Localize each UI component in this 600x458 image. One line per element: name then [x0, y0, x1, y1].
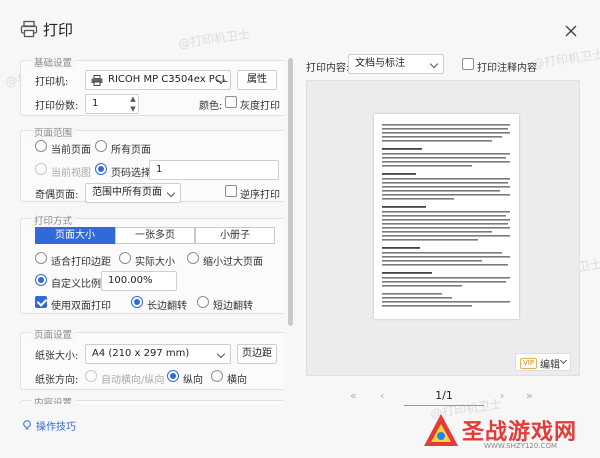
landscape-radio[interactable]	[211, 370, 223, 382]
portrait-radio[interactable]	[167, 370, 179, 382]
page-select-label: 页码选择:	[111, 168, 155, 179]
last-page-icon[interactable]: »	[526, 389, 533, 402]
page-setup-section: 页面设置 纸张大小: A4 (210 x 297 mm) 页边距 纸张方向: 自…	[20, 327, 284, 390]
vip-badge: VIP	[520, 358, 538, 369]
chevron-down-icon	[429, 59, 439, 69]
printer-icon	[91, 75, 103, 86]
print-content-value: 文档与标注	[355, 58, 405, 69]
preview-page	[374, 114, 519, 319]
chevron-up-icon[interactable]: ▲	[127, 94, 139, 104]
short-edge-radio[interactable]	[197, 296, 209, 308]
section-title: 打印方式	[31, 213, 76, 227]
color-label: 颜色:	[199, 101, 223, 112]
basic-settings-section: 基础设置 打印机: RICOH MP C3504ex PCL 6 属性 打印份数…	[20, 55, 284, 116]
custom-scale-radio[interactable]	[35, 274, 47, 286]
orientation-label: 纸张方向:	[35, 375, 79, 386]
tab-page-size[interactable]: 页面大小	[35, 227, 115, 244]
logo-url: WWW.SHZY120.COM	[484, 442, 557, 450]
close-icon[interactable]	[560, 20, 582, 42]
fit-margin-radio[interactable]	[35, 252, 47, 264]
long-edge-radio[interactable]	[131, 296, 143, 308]
shrink-large-radio[interactable]	[187, 252, 199, 264]
title-bar: 打印	[0, 0, 600, 48]
scrollbar[interactable]	[288, 58, 293, 326]
next-page-icon[interactable]: ›	[500, 389, 504, 402]
print-preview: VIP 编辑	[306, 80, 580, 376]
paper-size-value: A4 (210 x 297 mm)	[92, 348, 190, 359]
content-settings-section: 内容设置	[20, 395, 284, 404]
fit-margin-label: 适合打印边距	[51, 257, 111, 268]
duplex-checkbox[interactable]	[35, 296, 47, 308]
grayscale-checkbox[interactable]	[225, 96, 237, 108]
actual-size-radio[interactable]	[119, 252, 131, 264]
properties-button[interactable]: 属性	[237, 70, 277, 90]
reverse-checkbox[interactable]	[225, 185, 237, 197]
tab-booklet[interactable]: 小册子	[195, 227, 275, 244]
print-content-select[interactable]: 文档与标注	[348, 54, 444, 74]
printer-label: 打印机:	[35, 77, 69, 88]
chevron-down-icon	[559, 356, 568, 365]
auto-orientation-radio[interactable]	[85, 370, 97, 382]
portrait-label: 纵向	[183, 375, 203, 386]
section-title: 内容设置	[31, 395, 76, 404]
watermark: @打印机卫士	[531, 47, 600, 71]
section-title: 基础设置	[31, 55, 76, 69]
grayscale-label: 灰度打印	[240, 101, 280, 112]
tab-multi-page[interactable]: 一张多页	[115, 227, 195, 244]
prev-page-icon[interactable]: ‹	[380, 389, 384, 402]
duplex-label: 使用双面打印	[51, 301, 111, 312]
print-dialog: 打印 @打印机卫士 @打印机卫士 @打印机卫士 @打印机卫士 @打印机卫士 @打…	[0, 0, 600, 458]
margins-button[interactable]: 页边距	[237, 344, 277, 364]
logo-icon	[424, 414, 458, 446]
print-mode-section: 打印方式 页面大小 一张多页 小册子 适合打印边距 实际大小 缩小过大页面 自定…	[20, 213, 284, 314]
current-page-label: 当前页面	[51, 145, 91, 156]
odd-even-label: 奇偶页面:	[35, 190, 79, 201]
section-title: 页面设置	[31, 327, 76, 341]
reverse-label: 逆序打印	[240, 190, 280, 201]
custom-scale-label: 自定义比例	[51, 279, 101, 290]
paper-size-select[interactable]: A4 (210 x 297 mm)	[85, 344, 231, 364]
print-annotations-checkbox[interactable]	[462, 58, 474, 70]
dialog-title: 打印	[43, 21, 74, 39]
long-edge-label: 长边翻转	[147, 301, 187, 312]
edit-button[interactable]: VIP 编辑	[515, 353, 571, 371]
edit-label: 编辑	[540, 360, 560, 371]
all-pages-radio[interactable]	[95, 140, 107, 152]
copies-label: 打印份数:	[35, 101, 79, 112]
actual-size-label: 实际大小	[135, 257, 175, 268]
print-annotations-label: 打印注释内容	[477, 63, 537, 74]
shrink-large-label: 缩小过大页面	[203, 257, 263, 268]
first-page-icon[interactable]: «	[350, 389, 357, 402]
custom-scale-input[interactable]: 100.00%	[101, 271, 177, 291]
page-select-radio[interactable]	[95, 163, 107, 175]
printer-select[interactable]: RICOH MP C3504ex PCL 6	[85, 70, 231, 90]
current-page-radio[interactable]	[35, 140, 47, 152]
paper-size-label: 纸张大小:	[35, 351, 79, 362]
auto-orientation-label: 自动横向/纵向	[101, 375, 165, 386]
odd-even-select[interactable]: 范围中所有页面	[85, 183, 181, 203]
settings-panel[interactable]: 基础设置 打印机: RICOH MP C3504ex PCL 6 属性 打印份数…	[14, 52, 284, 404]
current-view-label: 当前视图	[51, 168, 91, 179]
page-select-input[interactable]: 1	[149, 160, 279, 180]
short-edge-label: 短边翻转	[213, 301, 253, 312]
current-view-radio[interactable]	[35, 163, 47, 175]
chevron-down-icon	[216, 349, 226, 359]
site-logo: 圣战游戏网 WWW.SHZY120.COM	[420, 408, 600, 458]
landscape-label: 横向	[227, 375, 247, 386]
printer-icon	[20, 20, 38, 38]
section-title: 页面范围	[31, 125, 76, 139]
copies-stepper[interactable]: ▲ ▼	[127, 94, 139, 114]
chevron-down-icon	[166, 188, 176, 198]
page-range-section: 页面范围 当前页面 所有页面 当前视图 页码选择: 1 奇偶页面: 范围中所有页…	[20, 125, 284, 203]
page-indicator[interactable]: 1/1	[404, 386, 484, 406]
odd-even-value: 范围中所有页面	[92, 187, 162, 198]
chevron-down-icon[interactable]: ▼	[127, 104, 139, 114]
lightbulb-icon	[23, 420, 31, 430]
print-content-label: 打印内容:	[306, 63, 350, 74]
printer-value: RICOH MP C3504ex PCL 6	[108, 74, 231, 85]
tips-link[interactable]: 操作技巧	[36, 418, 76, 433]
all-pages-label: 所有页面	[111, 145, 151, 156]
preview-page-content	[382, 124, 510, 307]
